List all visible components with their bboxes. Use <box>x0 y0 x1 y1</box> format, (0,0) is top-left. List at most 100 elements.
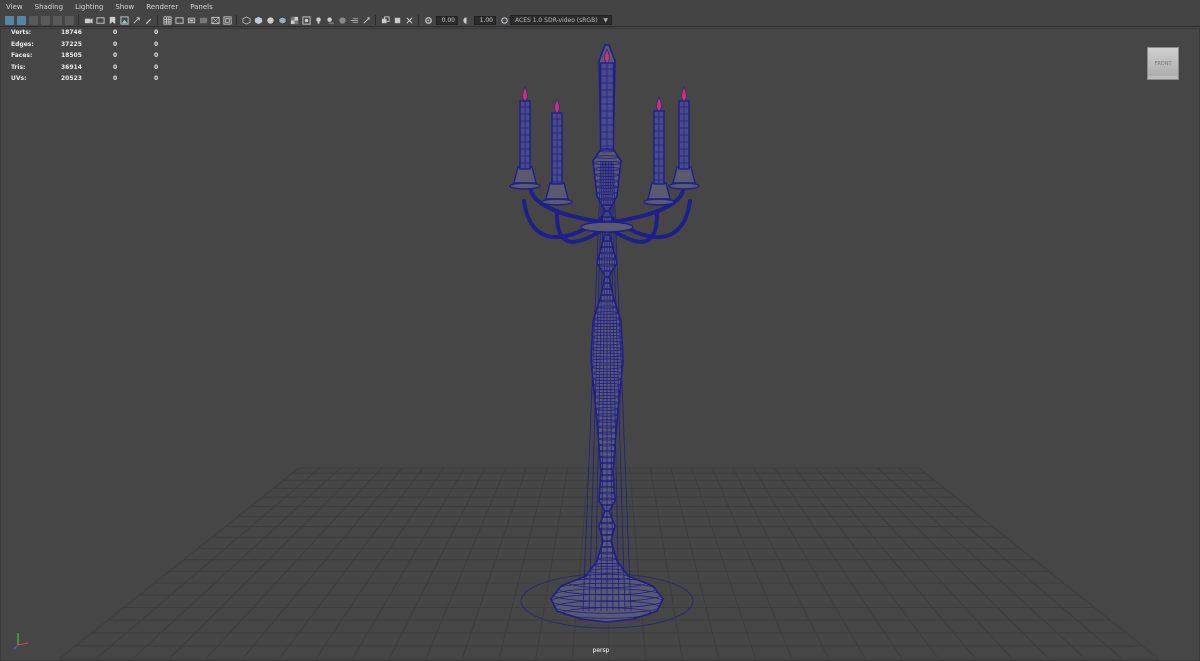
xray-active-components-icon[interactable] <box>405 16 414 25</box>
xray-joints-icon[interactable] <box>393 16 402 25</box>
camera-name-label: persp <box>592 647 610 654</box>
hud-value: 36914 <box>61 63 82 71</box>
menu-panels[interactable]: Panels <box>184 3 219 11</box>
wireframe-on-shaded-icon[interactable] <box>278 16 287 25</box>
panel-menubar: View Shading Lighting Show Renderer Pane… <box>0 0 1200 15</box>
hud-value: 0 <box>113 75 118 83</box>
hud-label: Edges: <box>11 40 34 48</box>
shadows-icon[interactable] <box>326 16 335 25</box>
hud-row-edges: Edges: 37225 0 0 <box>11 39 174 51</box>
chevron-down-icon: ▼ <box>603 17 608 24</box>
film-gate-icon[interactable] <box>174 16 184 25</box>
candle-far-right-drip-tray <box>668 182 700 190</box>
field-chart-icon[interactable] <box>210 16 220 25</box>
menu-shading[interactable]: Shading <box>29 3 69 11</box>
grid-line <box>95 467 320 660</box>
bookmark-camera-icon[interactable] <box>108 16 117 25</box>
ambient-occlusion-icon[interactable] <box>338 16 347 25</box>
exposure-field[interactable]: 0.00 <box>436 15 458 25</box>
bookmark-icon[interactable] <box>28 15 38 25</box>
grease-pencil-icon[interactable] <box>64 15 74 25</box>
grid-line <box>918 467 1160 660</box>
default-material-icon[interactable] <box>266 16 275 25</box>
grid-line <box>877 467 1087 660</box>
hud-row-verts: Verts: 18746 0 0 <box>11 29 174 39</box>
toolbar-separator <box>157 15 158 25</box>
hud-value: 18746 <box>61 29 82 37</box>
candle-right-drip-tray <box>643 198 675 206</box>
menu-lighting[interactable]: Lighting <box>69 3 109 11</box>
color-management-icon[interactable] <box>500 16 509 25</box>
wireframe-icon[interactable] <box>242 15 251 25</box>
film-camera-icon[interactable] <box>95 16 105 25</box>
hud-value: 0 <box>154 40 159 48</box>
isolate-select-icon[interactable] <box>381 15 390 25</box>
scene-canvas <box>1 29 1199 660</box>
hud-value: 0 <box>154 75 159 83</box>
exposure-icon[interactable] <box>424 16 433 25</box>
grid-line <box>58 467 300 660</box>
hud-label: Tris: <box>11 63 26 71</box>
candle-left-flame <box>554 97 560 114</box>
arm-outer-left <box>529 189 609 225</box>
gate-mask-icon[interactable] <box>199 16 208 25</box>
hud-value: 0 <box>154 29 159 37</box>
anti-aliasing-icon[interactable] <box>362 16 371 25</box>
view-cube[interactable]: FRONT <box>1147 47 1179 80</box>
candle-left-cup <box>545 182 569 200</box>
hud-value: 0 <box>154 63 159 71</box>
two-d-pan-icon[interactable] <box>52 15 62 25</box>
textured-icon[interactable] <box>290 16 299 25</box>
menu-view[interactable]: View <box>0 3 29 11</box>
hud-value: 0 <box>113 63 118 71</box>
hud-row-uvs: UVs: 20523 0 0 <box>11 73 174 85</box>
center-collar <box>580 221 634 233</box>
poly-count-hud: Verts: 18746 0 0 Edges: 37225 0 0 Faces:… <box>11 29 174 85</box>
candle-far-left-flame <box>522 85 528 102</box>
hud-value: 37225 <box>61 40 82 48</box>
camera-icon[interactable] <box>84 16 93 25</box>
hud-value: 18505 <box>61 52 82 60</box>
candle-right-cup <box>647 182 671 200</box>
smooth-shade-icon[interactable] <box>254 16 263 25</box>
menu-show[interactable]: Show <box>109 3 140 11</box>
candle-far-left-drip-tray <box>509 182 541 190</box>
xray-icon[interactable] <box>301 15 311 25</box>
hud-value: 0 <box>113 40 118 48</box>
candle-left-drip-tray <box>541 198 573 206</box>
hud-value: 0 <box>154 52 159 60</box>
panel-toolbar: 0.00 1.00 ACES 1.0 SDR-video (sRGB) ▼ <box>0 14 1200 27</box>
hud-value: 0 <box>113 29 118 37</box>
grid-icon[interactable] <box>163 16 172 25</box>
camera-attributes-icon[interactable] <box>16 15 26 25</box>
toolbar-separator <box>78 15 79 25</box>
toolbar-separator <box>236 15 237 25</box>
hud-row-tris: Tris: 36914 0 0 <box>11 62 174 74</box>
resolution-gate-icon[interactable] <box>187 16 196 25</box>
hud-label: UVs: <box>11 75 27 83</box>
hud-value: 20523 <box>61 75 82 83</box>
toolbar-separator <box>375 15 376 25</box>
color-space-value: ACES 1.0 SDR-video (sRGB) <box>515 16 598 24</box>
arm-outer-right <box>605 189 685 225</box>
select-camera-icon[interactable] <box>4 15 14 25</box>
two-d-pan-zoom-icon[interactable] <box>132 16 141 25</box>
gamma-icon[interactable] <box>462 16 471 25</box>
candle-right-flame <box>656 95 662 112</box>
image-plane-toggle-icon[interactable] <box>119 15 129 25</box>
candle-far-right-flame <box>681 85 687 102</box>
pencil-icon[interactable] <box>144 16 153 25</box>
menu-renderer[interactable]: Renderer <box>140 3 184 11</box>
hud-label: Verts: <box>11 29 32 37</box>
perspective-viewport[interactable]: Verts: 18746 0 0 Edges: 37225 0 0 Faces:… <box>0 28 1200 661</box>
toolbar-separator <box>418 15 419 25</box>
lights-icon[interactable] <box>314 16 323 25</box>
gamma-field[interactable]: 1.00 <box>474 15 496 25</box>
color-space-dropdown[interactable]: ACES 1.0 SDR-video (sRGB) ▼ <box>510 15 612 25</box>
safe-action-icon[interactable] <box>222 15 232 25</box>
view-cube-face-label: FRONT <box>1154 60 1172 67</box>
grid-line <box>131 467 341 660</box>
motion-blur-icon[interactable] <box>350 16 359 25</box>
hud-value: 0 <box>113 52 118 60</box>
image-plane-icon[interactable] <box>40 15 50 25</box>
